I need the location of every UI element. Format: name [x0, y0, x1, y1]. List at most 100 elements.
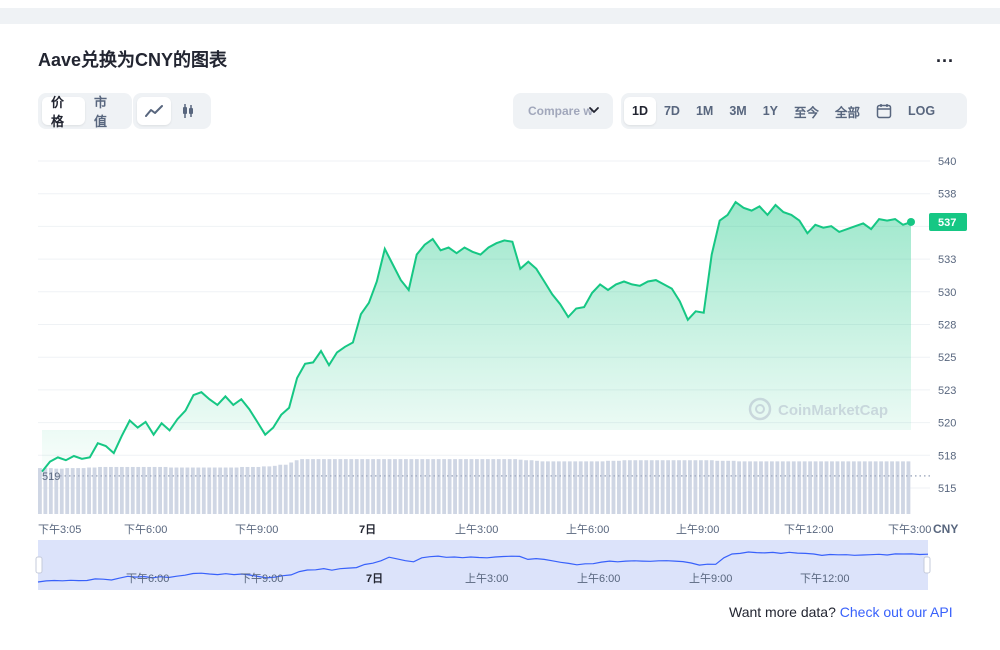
volume-bar — [595, 461, 599, 514]
volume-bar — [175, 468, 179, 514]
volume-bar — [759, 461, 763, 514]
x-tick-label: 下午3:05 — [38, 523, 81, 536]
volume-bar — [907, 461, 911, 514]
volume-bar — [104, 467, 108, 514]
volume-bar — [797, 461, 801, 514]
volume-bar — [825, 461, 829, 514]
volume-bar — [185, 468, 189, 514]
market-cap-tab[interactable]: 市值 — [85, 97, 128, 125]
range-ytd[interactable]: 至今 — [786, 97, 827, 125]
range-all[interactable]: 全部 — [827, 97, 868, 125]
volume-bar — [333, 459, 337, 514]
price-chart[interactable]: 519 540538535533530528525523520518515 53… — [0, 140, 1000, 600]
volume-bar — [284, 465, 288, 514]
volume-bar — [486, 459, 490, 514]
volume-bar — [666, 460, 670, 514]
navigator-right-handle[interactable] — [924, 557, 930, 573]
y-tick-label: 540 — [938, 156, 956, 168]
range-1m[interactable]: 1M — [688, 97, 721, 125]
volume-bar — [262, 466, 266, 514]
range-7d[interactable]: 7D — [656, 97, 688, 125]
volume-bar — [213, 468, 217, 514]
volume-bar — [830, 461, 834, 514]
time-range-selector: 1D 7D 1M 3M 1Y 至今 全部 LOG — [621, 93, 967, 129]
volume-bar — [775, 461, 779, 514]
volume-bar — [114, 467, 118, 514]
x-tick-label: 下午9:00 — [235, 523, 278, 536]
watermark-text: CoinMarketCap — [778, 402, 888, 419]
volume-bar — [497, 459, 501, 514]
volume-bar — [896, 461, 900, 514]
volume-bar — [300, 459, 304, 514]
volume-bar — [65, 468, 69, 514]
range-1d[interactable]: 1D — [624, 97, 656, 125]
volume-bar — [289, 462, 293, 514]
y-tick-label: 528 — [938, 320, 956, 332]
volume-bar — [513, 459, 517, 514]
current-price-dot — [907, 218, 915, 226]
more-options-button[interactable]: ... — [936, 46, 954, 67]
volume-bar — [404, 459, 408, 514]
volume-bar — [639, 460, 643, 514]
page-title: Aave兑换为CNY的图表 — [38, 46, 227, 72]
volume-bar — [748, 461, 752, 514]
currency-axis-label: CNY — [933, 522, 958, 536]
x-tick-label: 下午12:00 — [784, 523, 834, 536]
volume-bar — [437, 459, 441, 514]
calendar-button[interactable] — [868, 97, 900, 125]
volume-bar — [579, 461, 583, 514]
open-price-label: 519 — [42, 471, 60, 483]
navigator-tick-label: 上午6:00 — [577, 572, 620, 585]
volume-bar — [546, 461, 550, 514]
volume-bar — [836, 461, 840, 514]
y-tick-label: 515 — [938, 483, 956, 495]
volume-bar — [650, 460, 654, 514]
volume-bar — [683, 460, 687, 514]
volume-bar — [846, 461, 850, 514]
volume-bar — [109, 467, 113, 514]
navigator-tick-label: 上午3:00 — [465, 572, 508, 585]
volume-bar — [737, 461, 741, 514]
range-navigator[interactable]: 下午6:00下午9:007日上午3:00上午6:00上午9:00下午12:00 — [36, 540, 930, 590]
volume-bar — [218, 468, 222, 514]
compare-dropdown[interactable]: Compare w — [513, 93, 613, 129]
volume-bar — [229, 468, 233, 514]
x-axis-labels: 下午3:05下午6:00下午9:007日上午3:00上午6:00上午9:00下午… — [38, 523, 931, 536]
volume-bar — [158, 467, 162, 514]
line-view-button[interactable] — [137, 97, 171, 125]
volume-bar — [382, 459, 386, 514]
volume-bar — [661, 460, 665, 514]
volume-bar — [612, 461, 616, 514]
navigator-tick-label: 下午12:00 — [800, 572, 850, 585]
navigator-tick-label: 下午9:00 — [240, 572, 283, 585]
log-scale-button[interactable]: LOG — [900, 97, 943, 125]
volume-bar — [98, 467, 102, 514]
chevron-down-icon — [587, 103, 601, 117]
volume-bar — [257, 467, 261, 514]
volume-bar — [349, 459, 353, 514]
volume-bar — [606, 461, 610, 514]
volume-bar — [508, 459, 512, 514]
api-link[interactable]: Check out our API — [840, 604, 953, 620]
volume-bar — [726, 461, 730, 514]
range-1y[interactable]: 1Y — [755, 97, 786, 125]
volume-bar — [371, 459, 375, 514]
volume-bar — [519, 460, 523, 514]
volume-bar — [295, 460, 299, 514]
volume-bar — [240, 467, 244, 514]
volume-bar — [76, 468, 80, 514]
price-tab[interactable]: 价格 — [42, 97, 85, 125]
volume-bar — [655, 460, 659, 514]
volume-bar — [557, 461, 561, 514]
volume-bar — [306, 459, 310, 514]
current-price-value: 537 — [938, 217, 956, 229]
volume-bar — [617, 461, 621, 514]
range-3m[interactable]: 3M — [721, 97, 754, 125]
navigator-left-handle[interactable] — [36, 557, 42, 573]
candlestick-view-button[interactable] — [171, 97, 205, 125]
volume-bar — [131, 467, 135, 514]
volume-bar — [278, 465, 282, 514]
volume-bar — [431, 459, 435, 514]
volume-bar — [153, 467, 157, 514]
volume-bar — [235, 468, 239, 514]
